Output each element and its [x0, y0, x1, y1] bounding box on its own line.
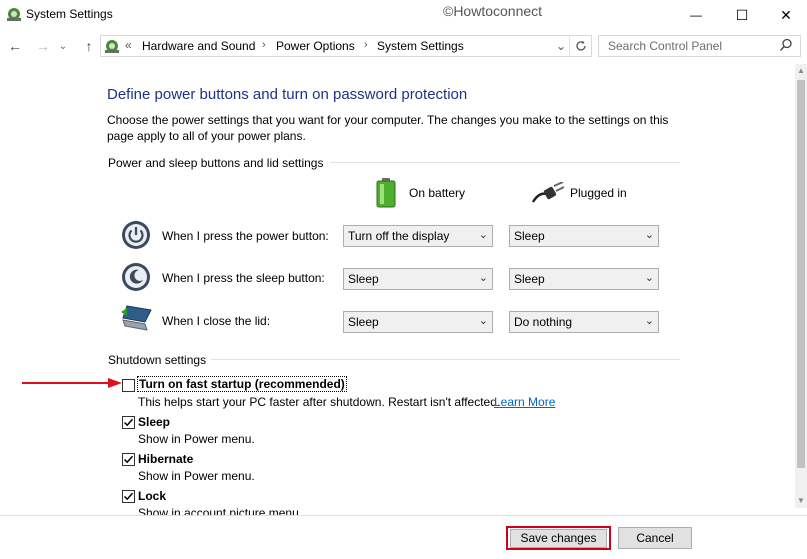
breadcrumb-separator[interactable]: › [364, 39, 368, 51]
row-label-power-button: When I press the power button: [162, 229, 329, 243]
breadcrumb-power-options[interactable]: Power Options [276, 39, 355, 53]
maximize-button[interactable]: ☐ [719, 0, 765, 30]
close-button[interactable]: ✕ [765, 0, 807, 30]
fast-startup-label[interactable]: Turn on fast startup (recommended) [137, 376, 347, 392]
checkmark-icon [123, 418, 134, 427]
hibernate-option-description: Show in Power menu. [138, 469, 255, 483]
column-on-battery: On battery [409, 186, 466, 200]
battery-icon [374, 178, 398, 208]
laptop-lid-icon [121, 304, 152, 334]
control-panel-icon [104, 38, 120, 54]
power-plug-icon [531, 181, 565, 204]
scroll-down-arrow-icon[interactable]: ▼ [795, 494, 807, 508]
sleep-checkbox[interactable] [122, 416, 135, 429]
power-button-battery-select[interactable]: Turn off the display ⌄ [343, 225, 493, 247]
forward-arrow-icon: → [36, 38, 50, 54]
search-icon[interactable] [779, 38, 793, 52]
lock-option-label[interactable]: Lock [138, 489, 166, 503]
column-plugged-in: Plugged in [570, 186, 627, 200]
sleep-option-label[interactable]: Sleep [138, 415, 170, 429]
page-description: Choose the power settings that you want … [107, 113, 669, 143]
lock-checkbox[interactable] [122, 490, 135, 503]
scrollbar-thumb[interactable] [797, 80, 805, 468]
chevron-down-icon: ⌄ [58, 40, 68, 52]
forward-button[interactable]: → [32, 36, 54, 56]
checkmark-icon [123, 455, 134, 464]
breadcrumb-hardware-and-sound[interactable]: Hardware and Sound [142, 39, 255, 53]
recent-locations-button[interactable]: ⌄ [56, 36, 70, 56]
window-title: System Settings [26, 7, 113, 21]
select-value: Turn off the display [348, 229, 450, 243]
address-dropdown-button[interactable]: ⌄ [553, 36, 569, 56]
close-icon: ✕ [780, 6, 792, 23]
chevron-down-icon: ⌄ [644, 315, 654, 327]
select-value: Sleep [348, 272, 379, 286]
up-button[interactable]: ↑ [78, 36, 100, 56]
select-value: Do nothing [514, 315, 573, 329]
divider [330, 162, 680, 163]
fast-startup-description: This helps start your PC faster after sh… [138, 395, 501, 409]
scroll-up-arrow-icon[interactable]: ▲ [795, 64, 807, 78]
minimize-icon: — [690, 8, 702, 22]
power-button-icon [121, 220, 151, 250]
chevron-down-icon: ⌄ [478, 229, 488, 241]
refresh-button[interactable] [569, 36, 592, 56]
select-value: Sleep [348, 315, 379, 329]
power-group-heading: Power and sleep buttons and lid settings [108, 156, 324, 170]
row-label-sleep-button: When I press the sleep button: [162, 271, 325, 285]
hibernate-checkbox[interactable] [122, 453, 135, 466]
refresh-icon [576, 40, 586, 51]
fast-startup-checkbox[interactable] [122, 379, 135, 392]
back-arrow-icon: ← [8, 38, 22, 54]
minimize-button[interactable]: — [673, 0, 719, 30]
back-button[interactable]: ← [4, 36, 26, 56]
checkmark-icon [123, 492, 134, 501]
hibernate-option-label[interactable]: Hibernate [138, 452, 193, 466]
select-value: Sleep [514, 272, 545, 286]
page-title: Define power buttons and turn on passwor… [107, 86, 468, 103]
shutdown-group-heading: Shutdown settings [108, 353, 207, 367]
select-value: Sleep [514, 229, 545, 243]
breadcrumb-overflow[interactable]: « [125, 38, 132, 52]
maximize-icon: ☐ [735, 6, 749, 23]
red-arrow-annotation [22, 377, 122, 388]
breadcrumb-system-settings[interactable]: System Settings [377, 39, 464, 53]
chevron-down-icon: ⌄ [644, 272, 654, 284]
sleep-button-icon [121, 262, 151, 292]
sleep-option-description: Show in Power menu. [138, 432, 255, 446]
chevron-down-icon: ⌄ [478, 315, 488, 327]
chevron-down-icon: ⌄ [478, 272, 488, 284]
sleep-button-plugged-select[interactable]: Sleep ⌄ [509, 268, 659, 290]
watermark: ©Howtoconnect [443, 3, 543, 19]
close-lid-plugged-select[interactable]: Do nothing ⌄ [509, 311, 659, 333]
chevron-down-icon: ⌄ [644, 229, 654, 241]
breadcrumb-separator[interactable]: › [262, 39, 266, 51]
divider [211, 359, 680, 360]
power-button-plugged-select[interactable]: Sleep ⌄ [509, 225, 659, 247]
row-label-close-lid: When I close the lid: [162, 314, 271, 328]
control-panel-icon [6, 6, 22, 22]
save-changes-button[interactable]: Save changes [510, 529, 607, 548]
learn-more-link[interactable]: Learn More [494, 395, 555, 409]
up-arrow-icon: ↑ [85, 38, 93, 54]
sleep-button-battery-select[interactable]: Sleep ⌄ [343, 268, 493, 290]
close-lid-battery-select[interactable]: Sleep ⌄ [343, 311, 493, 333]
search-placeholder: Search Control Panel [608, 39, 723, 53]
chevron-down-icon: ⌄ [555, 39, 567, 53]
cancel-button[interactable]: Cancel [618, 527, 692, 549]
